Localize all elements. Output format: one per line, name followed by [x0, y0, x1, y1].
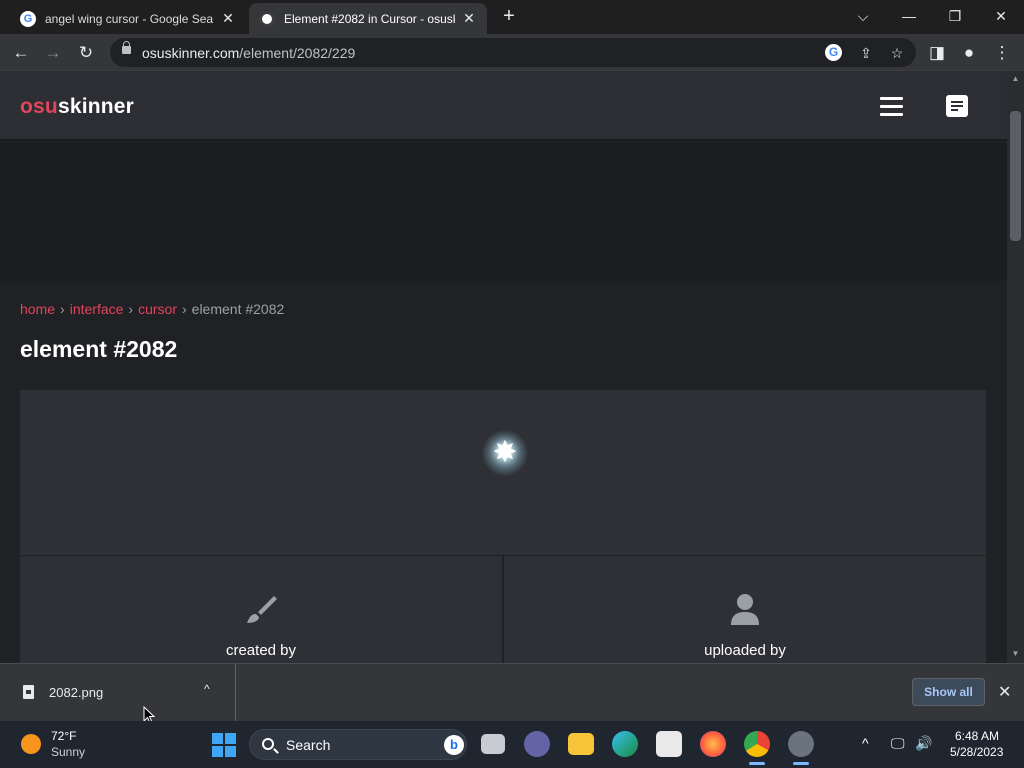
- minimize-button[interactable]: —: [886, 4, 932, 28]
- address-bar[interactable]: osuskinner.com/element/2082/229 G ⇪ ☆: [110, 38, 916, 67]
- weather-condition: Sunny: [51, 745, 86, 759]
- element-preview: ✸: [20, 390, 986, 555]
- search-icon: [262, 738, 274, 750]
- tab-google-search[interactable]: G angel wing cursor - Google Search ✕: [10, 3, 246, 34]
- created-by-label: created by: [225, 642, 297, 659]
- page-title: element #2082: [20, 336, 178, 362]
- tab-title: Element #2082 in Cursor - osuskinner: [284, 11, 455, 26]
- chevron-up-icon[interactable]: ^: [204, 682, 210, 696]
- page-viewport: osuskinner home › interface › cursor › element…: [0, 71, 1024, 663]
- google-lens-icon[interactable]: G: [825, 44, 842, 61]
- tab-close-icon[interactable]: ✕: [461, 10, 477, 27]
- side-panel-icon[interactable]: ◨: [924, 40, 950, 66]
- tab-osuskinner[interactable]: Element #2082 in Cursor - osuskinner ✕: [249, 3, 487, 34]
- uploaded-by-label: uploaded by: [704, 642, 786, 659]
- store-icon[interactable]: [656, 731, 682, 757]
- new-tab-button[interactable]: +: [498, 5, 520, 27]
- tab-search-chevron-icon[interactable]: ⌵: [840, 4, 886, 28]
- reload-button[interactable]: ↻: [73, 40, 99, 66]
- scrollbar-thumb[interactable]: [1010, 111, 1021, 241]
- tab-close-icon[interactable]: ✕: [220, 10, 236, 27]
- google-icon: G: [20, 10, 36, 27]
- credit-cards: created by uploaded by: [20, 556, 986, 663]
- logo-skinner: skinner: [57, 95, 135, 118]
- logo-osu: osu: [20, 95, 58, 118]
- osuskinner-icon: [259, 10, 275, 27]
- site-header: osuskinner: [0, 71, 1007, 141]
- volume-icon[interactable]: 🔊: [915, 735, 932, 752]
- scroll-up-arrow-icon[interactable]: ▲: [1010, 74, 1021, 83]
- back-button[interactable]: ←: [8, 40, 34, 66]
- url-domain: osuskinner.com: [142, 45, 240, 61]
- sun-icon: [21, 734, 41, 754]
- close-window-button[interactable]: ✕: [978, 4, 1024, 28]
- hamburger-menu-icon[interactable]: [880, 97, 903, 116]
- clock-date[interactable]: 5/28/2023: [950, 745, 1003, 759]
- edge-icon[interactable]: [612, 731, 638, 757]
- document-list-icon[interactable]: [946, 95, 968, 117]
- page-scrollbar[interactable]: ▲ ▼: [1007, 71, 1024, 663]
- browser-toolbar: ← → ↻ osuskinner.com/element/2082/229 G …: [0, 34, 1024, 71]
- breadcrumb-separator: ›: [181, 301, 187, 317]
- teams-chat-icon[interactable]: [524, 731, 550, 757]
- url-text[interactable]: osuskinner.com/element/2082/229: [142, 45, 355, 61]
- breadcrumb-separator: ›: [128, 301, 134, 317]
- scroll-down-arrow-icon[interactable]: ▼: [1010, 649, 1021, 658]
- settings-icon[interactable]: [788, 731, 814, 765]
- close-shelf-icon[interactable]: ✕: [998, 682, 1011, 702]
- lock-icon[interactable]: [122, 41, 131, 54]
- breadcrumb-separator: ›: [60, 301, 65, 317]
- file-icon: [23, 685, 34, 699]
- firefox-icon[interactable]: [700, 731, 726, 757]
- ad-banner: [0, 143, 1007, 281]
- network-icon[interactable]: 🖵: [891, 735, 905, 752]
- chrome-icon[interactable]: [744, 731, 770, 765]
- taskbar-search-label: Search: [286, 737, 331, 753]
- breadcrumb-home[interactable]: home: [20, 301, 55, 317]
- breadcrumb-current: element #2082: [191, 301, 285, 317]
- bookmark-star-icon[interactable]: ☆: [887, 43, 907, 63]
- weather-temp: 72°F: [51, 729, 77, 743]
- windows-start-icon[interactable]: [212, 733, 236, 757]
- created-by-card[interactable]: created by: [20, 556, 502, 663]
- file-explorer-icon[interactable]: [568, 733, 594, 755]
- share-icon[interactable]: ⇪: [856, 43, 876, 63]
- breadcrumb: home › interface › cursor › element #2082: [20, 301, 284, 317]
- bing-icon[interactable]: b: [444, 735, 464, 755]
- taskbar-search[interactable]: Search b: [249, 729, 467, 760]
- download-item[interactable]: 2082.png ^: [0, 664, 236, 721]
- profile-icon[interactable]: ●: [956, 40, 982, 66]
- download-filename[interactable]: 2082.png: [49, 685, 103, 700]
- breadcrumb-cursor[interactable]: cursor: [138, 301, 177, 317]
- task-view-icon[interactable]: [481, 734, 505, 754]
- tray-chevron-icon[interactable]: ^: [862, 735, 869, 751]
- clock-time[interactable]: 6:48 AM: [955, 729, 999, 743]
- uploaded-by-card[interactable]: uploaded by: [504, 556, 986, 663]
- site-logo[interactable]: osuskinner: [20, 95, 134, 119]
- breadcrumb-interface[interactable]: interface: [70, 301, 124, 317]
- show-all-button[interactable]: Show all: [912, 678, 985, 706]
- tab-title: angel wing cursor - Google Search: [45, 11, 214, 26]
- tab-strip: G angel wing cursor - Google Search ✕ El…: [0, 0, 1024, 34]
- paintbrush-icon: [247, 596, 277, 623]
- restore-button[interactable]: ❐: [932, 4, 978, 28]
- cursor-star-icon: ✸: [492, 436, 518, 469]
- windows-taskbar: 72°F Sunny Search b ^ 🖵 🔊 6:48 AM 5/28/2…: [0, 721, 1024, 768]
- menu-dots-icon[interactable]: ⋮: [989, 40, 1015, 66]
- user-icon: [731, 594, 759, 625]
- forward-button[interactable]: →: [40, 40, 66, 66]
- url-path: /element/2082/229: [239, 45, 356, 61]
